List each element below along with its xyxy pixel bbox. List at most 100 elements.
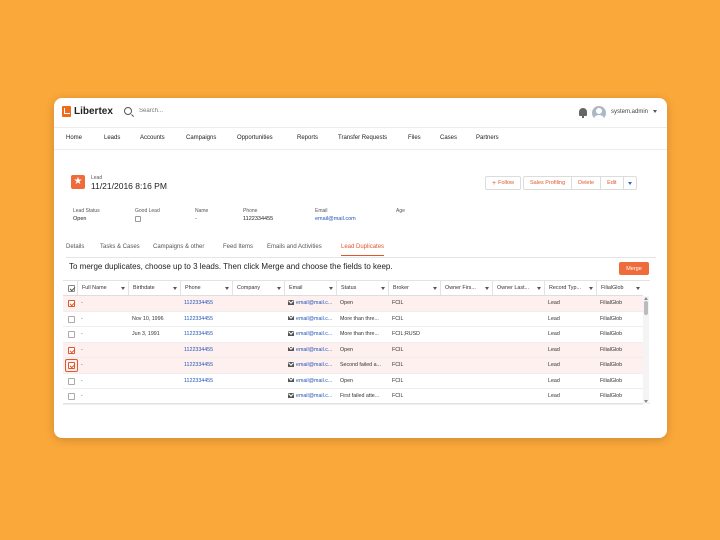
chevron-down-icon[interactable] [485,287,489,290]
chevron-down-icon[interactable] [225,287,229,290]
column-header-record-type[interactable]: Record Typ... [544,281,596,295]
chevron-down-icon[interactable] [636,287,640,290]
chevron-down-icon[interactable] [381,287,385,290]
cell-phone[interactable]: 1122334455 [180,296,232,311]
notification-bell-icon[interactable] [579,108,587,118]
field-value-email[interactable]: email@mail.com [315,216,356,222]
nav-item-opportunities[interactable]: Opportunities [237,135,273,141]
edit-button[interactable]: Edit [600,176,624,190]
tab-lead-duplicates[interactable]: Lead Duplicates [341,244,385,256]
chevron-down-icon[interactable] [173,287,177,290]
cell-owner-last [492,374,544,389]
row-checkbox[interactable] [68,377,75,385]
chevron-down-icon[interactable] [537,287,541,290]
cell-phone[interactable]: 1122334455 [180,343,232,358]
row-checkbox[interactable] [68,346,75,354]
column-header-email[interactable]: Email [284,281,336,295]
cell-email[interactable]: email@mail.c... [284,358,336,373]
nav-item-cases[interactable]: Cases [440,135,457,141]
chevron-down-icon[interactable] [653,110,657,113]
follow-button[interactable]: + Follow [485,176,521,190]
cell-email[interactable]: email@mail.c... [284,327,336,342]
column-header-filial-glob[interactable]: FilialGlob [596,281,643,295]
scrollbar-thumb[interactable] [644,301,648,315]
envelope-icon [288,377,294,382]
global-search[interactable] [124,107,259,115]
row-checkbox[interactable] [68,393,75,400]
cell-status: Open [336,374,388,389]
column-header-status[interactable]: Status [336,281,388,295]
delete-button[interactable]: Delete [571,176,602,190]
sales-profiling-button[interactable]: Sales Profiling [523,176,573,190]
cell-phone[interactable] [180,389,232,404]
cell-phone[interactable]: 1122334455 [180,374,232,389]
row-checkbox[interactable] [68,331,75,338]
libertex-logo-icon [62,106,71,117]
chevron-down-icon[interactable] [121,287,125,290]
column-header-company[interactable]: Company [232,281,284,295]
table-row[interactable]: - email@mail.c... First failed atte... FCIL… [63,389,643,405]
nav-item-reports[interactable]: Reports [297,135,318,141]
cell-phone[interactable]: 1122334455 [180,358,232,373]
user-avatar[interactable] [592,106,606,120]
chevron-down-icon[interactable] [433,287,437,290]
field-value-good-lead [135,216,141,224]
column-header-birthdate[interactable]: Birthdate [128,281,180,295]
search-input[interactable] [139,108,259,114]
cell-text: Lead [548,393,560,399]
cell-broker: FCIL [388,358,440,373]
tab-campaigns-other[interactable]: Campaigns & other [153,244,204,250]
cell-broker: FCIL [388,389,440,404]
scroll-down-icon[interactable] [644,400,648,403]
cell-company [232,296,284,311]
tab-tasks-cases[interactable]: Tasks & Cases [100,244,140,250]
nav-item-leads[interactable]: Leads [104,135,120,141]
table-row[interactable]: - 1122334455 email@mail.c... Open FCIL Lead Fi… [63,296,643,312]
cell-text: FilialGlob [600,315,623,322]
select-all-checkbox[interactable] [68,285,75,292]
cell-email[interactable]: email@mail.c... [284,312,336,327]
chevron-down-icon[interactable] [277,287,281,290]
nav-item-home[interactable]: Home [66,135,82,141]
tab-details[interactable]: Details [66,244,84,250]
table-row[interactable]: - 1122334455 email@mail.c... Open FCIL Lead Fi… [63,374,643,389]
more-actions-button[interactable] [622,176,637,190]
cell-text: 1122334455 [184,362,214,368]
chevron-down-icon[interactable] [329,287,333,290]
row-checkbox[interactable] [68,315,75,323]
cell-email[interactable]: email@mail.c... [284,389,336,404]
nav-item-accounts[interactable]: Accounts [140,135,165,141]
cell-birthdate [128,358,180,373]
chevron-down-icon[interactable] [589,287,593,290]
table-row[interactable]: - 1122334455 email@mail.c... Open FCIL Lead Fi… [63,342,643,358]
scroll-up-icon[interactable] [644,297,648,300]
column-header-full-name[interactable]: Full Name [77,281,128,295]
row-checkbox[interactable] [68,300,75,307]
column-header-phone[interactable]: Phone [180,281,232,295]
nav-item-files[interactable]: Files [408,135,421,141]
page-title: 11/21/2016 8:16 PM [91,181,167,191]
column-header-owner-first[interactable]: Owner Firs... [440,281,492,295]
user-name[interactable]: system.admin [611,109,648,115]
cell-owner-last [492,358,544,373]
column-header-owner-last[interactable]: Owner Last... [492,281,544,295]
cell-name: - [77,358,128,373]
table-row[interactable]: - Jun 3, 1991 1122334455 email@mail.c... Mor… [63,327,643,343]
cell-phone[interactable]: 1122334455 [180,327,232,342]
table-row[interactable]: - 1122334455 email@mail.c... Second failed … [63,358,643,374]
field-label-name: Name [195,208,209,214]
cell-phone[interactable]: 1122334455 [180,312,232,327]
nav-item-transfer-requests[interactable]: Transfer Requests [338,135,387,141]
tab-emails-activities[interactable]: Emails and Activities [267,244,322,250]
app-logo[interactable]: Libertex [62,106,113,117]
column-header-broker[interactable]: Broker [388,281,440,295]
cell-email[interactable]: email@mail.c... [284,343,336,358]
nav-item-campaigns[interactable]: Campaigns [186,135,216,141]
nav-item-partners[interactable]: Partners [476,135,499,141]
cell-email[interactable]: email@mail.c... [284,296,336,311]
merge-button[interactable]: Merge [619,262,649,275]
cell-email[interactable]: email@mail.c... [284,374,336,389]
table-row[interactable]: - Nov 10, 1996 1122334455 email@mail.c... Mo… [63,312,643,327]
tab-feed-items[interactable]: Feed Items [223,244,253,250]
table-scrollbar[interactable] [643,296,649,404]
